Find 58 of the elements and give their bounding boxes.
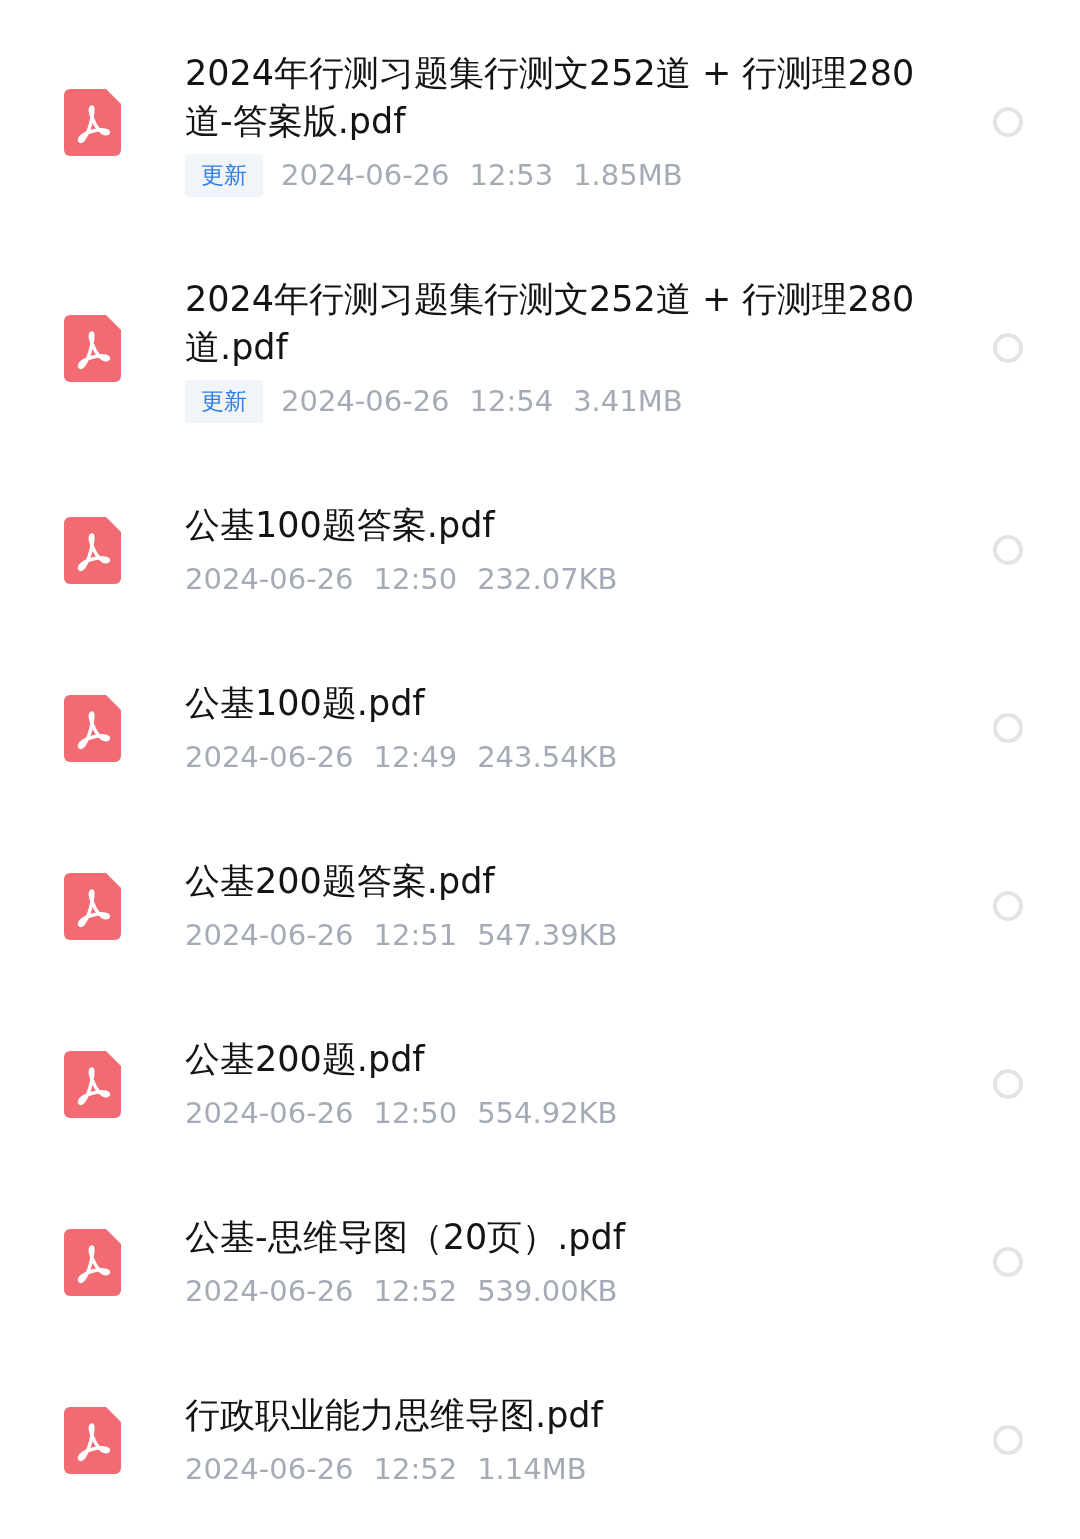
file-date: 2024-06-26	[281, 158, 450, 192]
file-name: 公基100题.pdf	[185, 682, 427, 725]
select-checkbox[interactable]	[993, 107, 1023, 137]
select-checkbox[interactable]	[993, 333, 1023, 363]
file-size: 3.41MB	[573, 384, 683, 418]
select-checkbox[interactable]	[993, 713, 1023, 743]
pdf-file-icon	[64, 88, 121, 156]
file-date: 2024-06-26	[185, 918, 354, 952]
file-name: 行政职业能力思维导图.pdf	[185, 1394, 605, 1437]
file-date: 2024-06-26	[185, 1274, 354, 1308]
file-size: 1.14MB	[477, 1452, 587, 1486]
select-checkbox[interactable]	[993, 1069, 1023, 1099]
file-time: 12:53	[469, 158, 554, 192]
file-size: 1.85MB	[573, 158, 683, 192]
file-time: 12:49	[373, 740, 458, 774]
file-name: 公基200题答案.pdf	[185, 860, 497, 903]
file-row[interactable]: 2024年行测习题集行测文252道 + 行测理280道-答案版.pdf 更新 2024-06-26 12:53 1.85MB	[0, 9, 1080, 235]
update-tag: 更新	[185, 153, 263, 197]
file-date: 2024-06-26	[281, 384, 450, 418]
file-date: 2024-06-26	[185, 1452, 354, 1486]
pdf-file-icon	[64, 872, 121, 940]
pdf-file-icon	[64, 314, 121, 382]
file-date: 2024-06-26	[185, 740, 354, 774]
file-name: 公基200题.pdf	[185, 1038, 427, 1081]
file-row[interactable]: 公基200题答案.pdf 2024-06-26 12:51 547.39KB	[0, 817, 1080, 995]
file-time: 12:52	[373, 1274, 458, 1308]
file-name: 公基-思维导图（20页）.pdf	[185, 1216, 627, 1259]
file-row[interactable]: 公基-思维导图（20页）.pdf 2024-06-26 12:52 539.00KB	[0, 1173, 1080, 1351]
file-name: 2024年行测习题集行测文252道 + 行测理280道.pdf	[185, 278, 916, 369]
update-tag: 更新	[185, 379, 263, 423]
select-checkbox[interactable]	[993, 1425, 1023, 1455]
pdf-file-icon	[64, 694, 121, 762]
select-checkbox[interactable]	[993, 1247, 1023, 1277]
select-checkbox[interactable]	[993, 535, 1023, 565]
pdf-file-icon	[64, 516, 121, 584]
file-date: 2024-06-26	[185, 1096, 354, 1130]
file-time: 12:52	[373, 1452, 458, 1486]
file-row[interactable]: 公基200题.pdf 2024-06-26 12:50 554.92KB	[0, 995, 1080, 1173]
file-size: 539.00KB	[477, 1274, 618, 1308]
file-size: 554.92KB	[477, 1096, 618, 1130]
file-row[interactable]: 公基100题答案.pdf 2024-06-26 12:50 232.07KB	[0, 461, 1080, 639]
file-row[interactable]: 行政职业能力思维导图.pdf 2024-06-26 12:52 1.14MB	[0, 1351, 1080, 1529]
file-size: 243.54KB	[477, 740, 618, 774]
file-row[interactable]: 2024年行测习题集行测文252道 + 行测理280道.pdf 更新 2024-06-26 12:54 3.41MB	[0, 235, 1080, 461]
file-row[interactable]: 公基100题.pdf 2024-06-26 12:49 243.54KB	[0, 639, 1080, 817]
file-time: 12:50	[373, 1096, 458, 1130]
file-name: 2024年行测习题集行测文252道 + 行测理280道-答案版.pdf	[185, 52, 916, 143]
file-time: 12:51	[373, 918, 458, 952]
pdf-file-icon	[64, 1228, 121, 1296]
select-checkbox[interactable]	[993, 891, 1023, 921]
file-size: 547.39KB	[477, 918, 618, 952]
pdf-file-icon	[64, 1050, 121, 1118]
file-time: 12:50	[373, 562, 458, 596]
file-time: 12:54	[469, 384, 554, 418]
file-size: 232.07KB	[477, 562, 618, 596]
file-date: 2024-06-26	[185, 562, 354, 596]
file-name: 公基100题答案.pdf	[185, 504, 497, 547]
pdf-file-icon	[64, 1406, 121, 1474]
